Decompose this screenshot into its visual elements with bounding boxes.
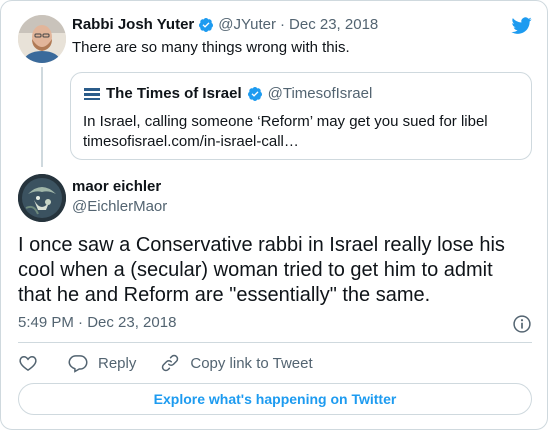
tweet-actions: Reply Copy link to Tweet [18, 353, 313, 373]
main-tweet-text: I once saw a Conservative rabbi in Israe… [18, 234, 505, 306]
reply-label: Reply [98, 354, 137, 372]
times-of-israel-logo [83, 85, 101, 102]
avatar-josh-yuter[interactable] [18, 15, 66, 63]
divider [18, 342, 532, 343]
like-button[interactable] [18, 353, 38, 373]
quoted-tweet-text: In Israel, calling someone ‘Reform’ may … [83, 113, 488, 130]
main-author-handle[interactable]: @EichlerMaor [72, 198, 167, 215]
copy-link-button[interactable]: Copy link to Tweet [160, 353, 313, 373]
parent-author-handle[interactable]: @JYuter [218, 16, 276, 33]
parent-tweet-text: There are so many things wrong with this… [72, 39, 350, 56]
reply-button[interactable]: Reply [68, 353, 136, 373]
header-separator: · [280, 16, 286, 33]
reply-icon [68, 355, 88, 373]
parent-tweet-header: Rabbi Josh Yuter @JYuter · Dec 23, 2018 [72, 16, 378, 33]
link-icon [162, 354, 179, 372]
thread-connector-line [41, 67, 43, 167]
quoted-tweet-body: In Israel, calling someone ‘Reform’ may … [83, 112, 488, 152]
verified-badge-icon [199, 17, 214, 32]
quoted-tweet-link[interactable]: timesofisrael.com/in-israel-call… [83, 132, 488, 152]
main-author-name[interactable]: maor eichler [72, 178, 161, 195]
quoted-author-handle[interactable]: @TimesofIsrael [268, 85, 373, 102]
quoted-author-name[interactable]: The Times of Israel [106, 85, 242, 102]
twitter-bird-icon[interactable] [509, 15, 534, 36]
quoted-tweet[interactable]: The Times of Israel @TimesofIsrael In Is… [70, 72, 532, 160]
heart-icon [19, 355, 37, 371]
verified-badge-icon [247, 86, 262, 101]
info-icon[interactable] [512, 314, 532, 334]
quoted-tweet-header: The Times of Israel @TimesofIsrael [83, 85, 372, 102]
parent-tweet-date[interactable]: Dec 23, 2018 [289, 16, 378, 33]
copy-link-label: Copy link to Tweet [190, 354, 313, 372]
avatar-maor-eichler[interactable] [18, 174, 66, 222]
parent-author-name[interactable]: Rabbi Josh Yuter [72, 16, 194, 33]
explore-twitter-button[interactable]: Explore what's happening on Twitter [18, 383, 532, 415]
tweet-timestamp[interactable]: 5:49 PM · Dec 23, 2018 [18, 314, 176, 331]
tweet-embed-card: Rabbi Josh Yuter @JYuter · Dec 23, 2018 … [0, 0, 548, 430]
